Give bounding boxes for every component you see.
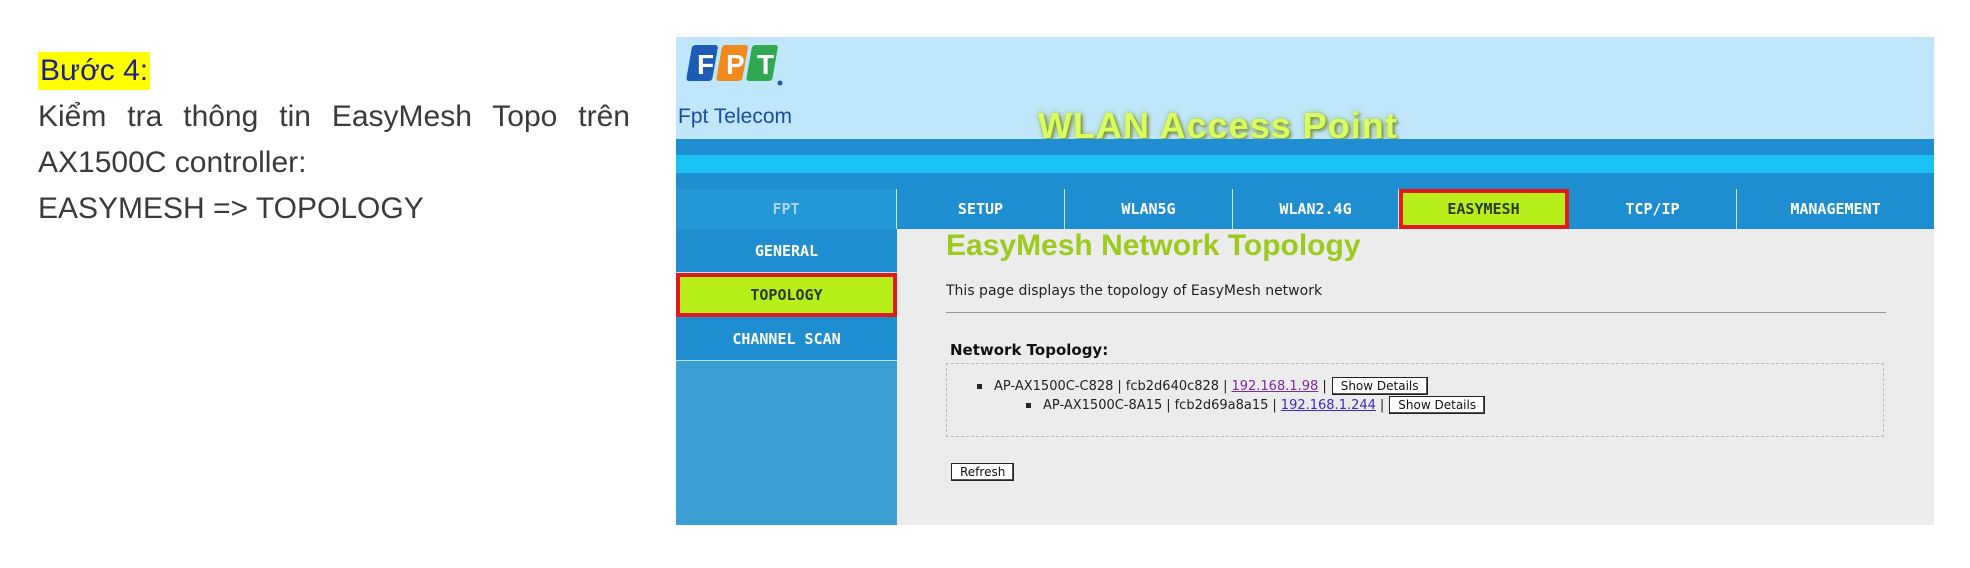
node-name: AP-AX1500C-C828 [994,378,1114,394]
instruction-line-1: Kiểm tra thông tin EasyMesh Topo trên [38,100,630,133]
refresh-button[interactable]: Refresh [951,463,1015,481]
node-ip-link[interactable]: 192.168.1.244 [1281,398,1376,413]
svg-text:F: F [697,49,714,80]
instruction-line-2: AX1500C controller: [38,146,307,179]
page-description: This page displays the topology of EasyM… [946,283,1323,299]
fpt-logo-icon: F P T [686,45,783,86]
tab-tcpip[interactable]: TCP/IP [1569,189,1737,229]
tab-management[interactable]: MANAGEMENT [1737,189,1934,229]
topology-node: AP-AX1500C-C828 | fcb2d640c828 | 192.168… [977,377,1428,395]
header-stripe [676,173,1934,189]
tab-setup[interactable]: SETUP [897,189,1065,229]
svg-text:P: P [726,49,745,80]
sidebar-item-general[interactable]: GENERAL [676,229,897,273]
section-label: Network Topology: [950,341,1109,359]
bullet-icon [1026,402,1031,408]
topology-node: AP-AX1500C-8A15 | fcb2d69a8a15 | 192.168… [1026,396,1486,414]
page-title: EasyMesh Network Topology [946,229,1361,262]
sidebar-item-channel-scan[interactable]: CHANNEL SCAN [676,317,897,361]
sidebar: GENERAL TOPOLOGY CHANNEL SCAN [676,229,897,525]
separator: | [1322,378,1327,394]
tab-wlan24g[interactable]: WLAN2.4G [1233,189,1399,229]
header-banner: F P T Fpt Telecom WLAN Access Point [676,37,1934,146]
separator: | [1223,378,1228,394]
svg-text:T: T [757,49,774,80]
separator: | [1272,397,1277,413]
node-mac: fcb2d640c828 [1125,378,1220,394]
topology-tree: AP-AX1500C-C828 | fcb2d640c828 | 192.168… [946,363,1884,437]
separator: | [1117,378,1122,394]
divider [946,312,1886,313]
show-details-button[interactable]: Show Details [1331,377,1428,395]
node-mac: fcb2d69a8a15 [1174,397,1269,413]
instruction-line-3: EASYMESH => TOPOLOGY [38,192,424,225]
separator: | [1166,397,1171,413]
header-stripe [676,155,1934,173]
main-content: EasyMesh Network Topology This page disp… [897,229,1934,525]
node-name: AP-AX1500C-8A15 [1043,397,1163,413]
logo-text: Fpt Telecom [678,105,792,128]
router-web-ui: F P T Fpt Telecom WLAN Access Point FPT … [676,37,1934,525]
top-nav: FPT SETUP WLAN5G WLAN2.4G EASYMESH TCP/I… [676,189,1934,229]
show-details-button[interactable]: Show Details [1389,396,1486,414]
nav-brand: FPT [676,189,897,229]
node-ip-link[interactable]: 192.168.1.98 [1231,379,1318,394]
separator: | [1379,397,1385,413]
tab-wlan5g[interactable]: WLAN5G [1065,189,1233,229]
bullet-icon [977,383,982,389]
header-stripe [676,139,1934,155]
instruction-panel: Bước 4: Kiểm tra thông tin EasyMesh Topo… [38,48,630,232]
sidebar-item-topology[interactable]: TOPOLOGY [676,273,897,317]
step-title: Bước 4: [38,52,151,90]
tab-easymesh[interactable]: EASYMESH [1399,189,1569,229]
